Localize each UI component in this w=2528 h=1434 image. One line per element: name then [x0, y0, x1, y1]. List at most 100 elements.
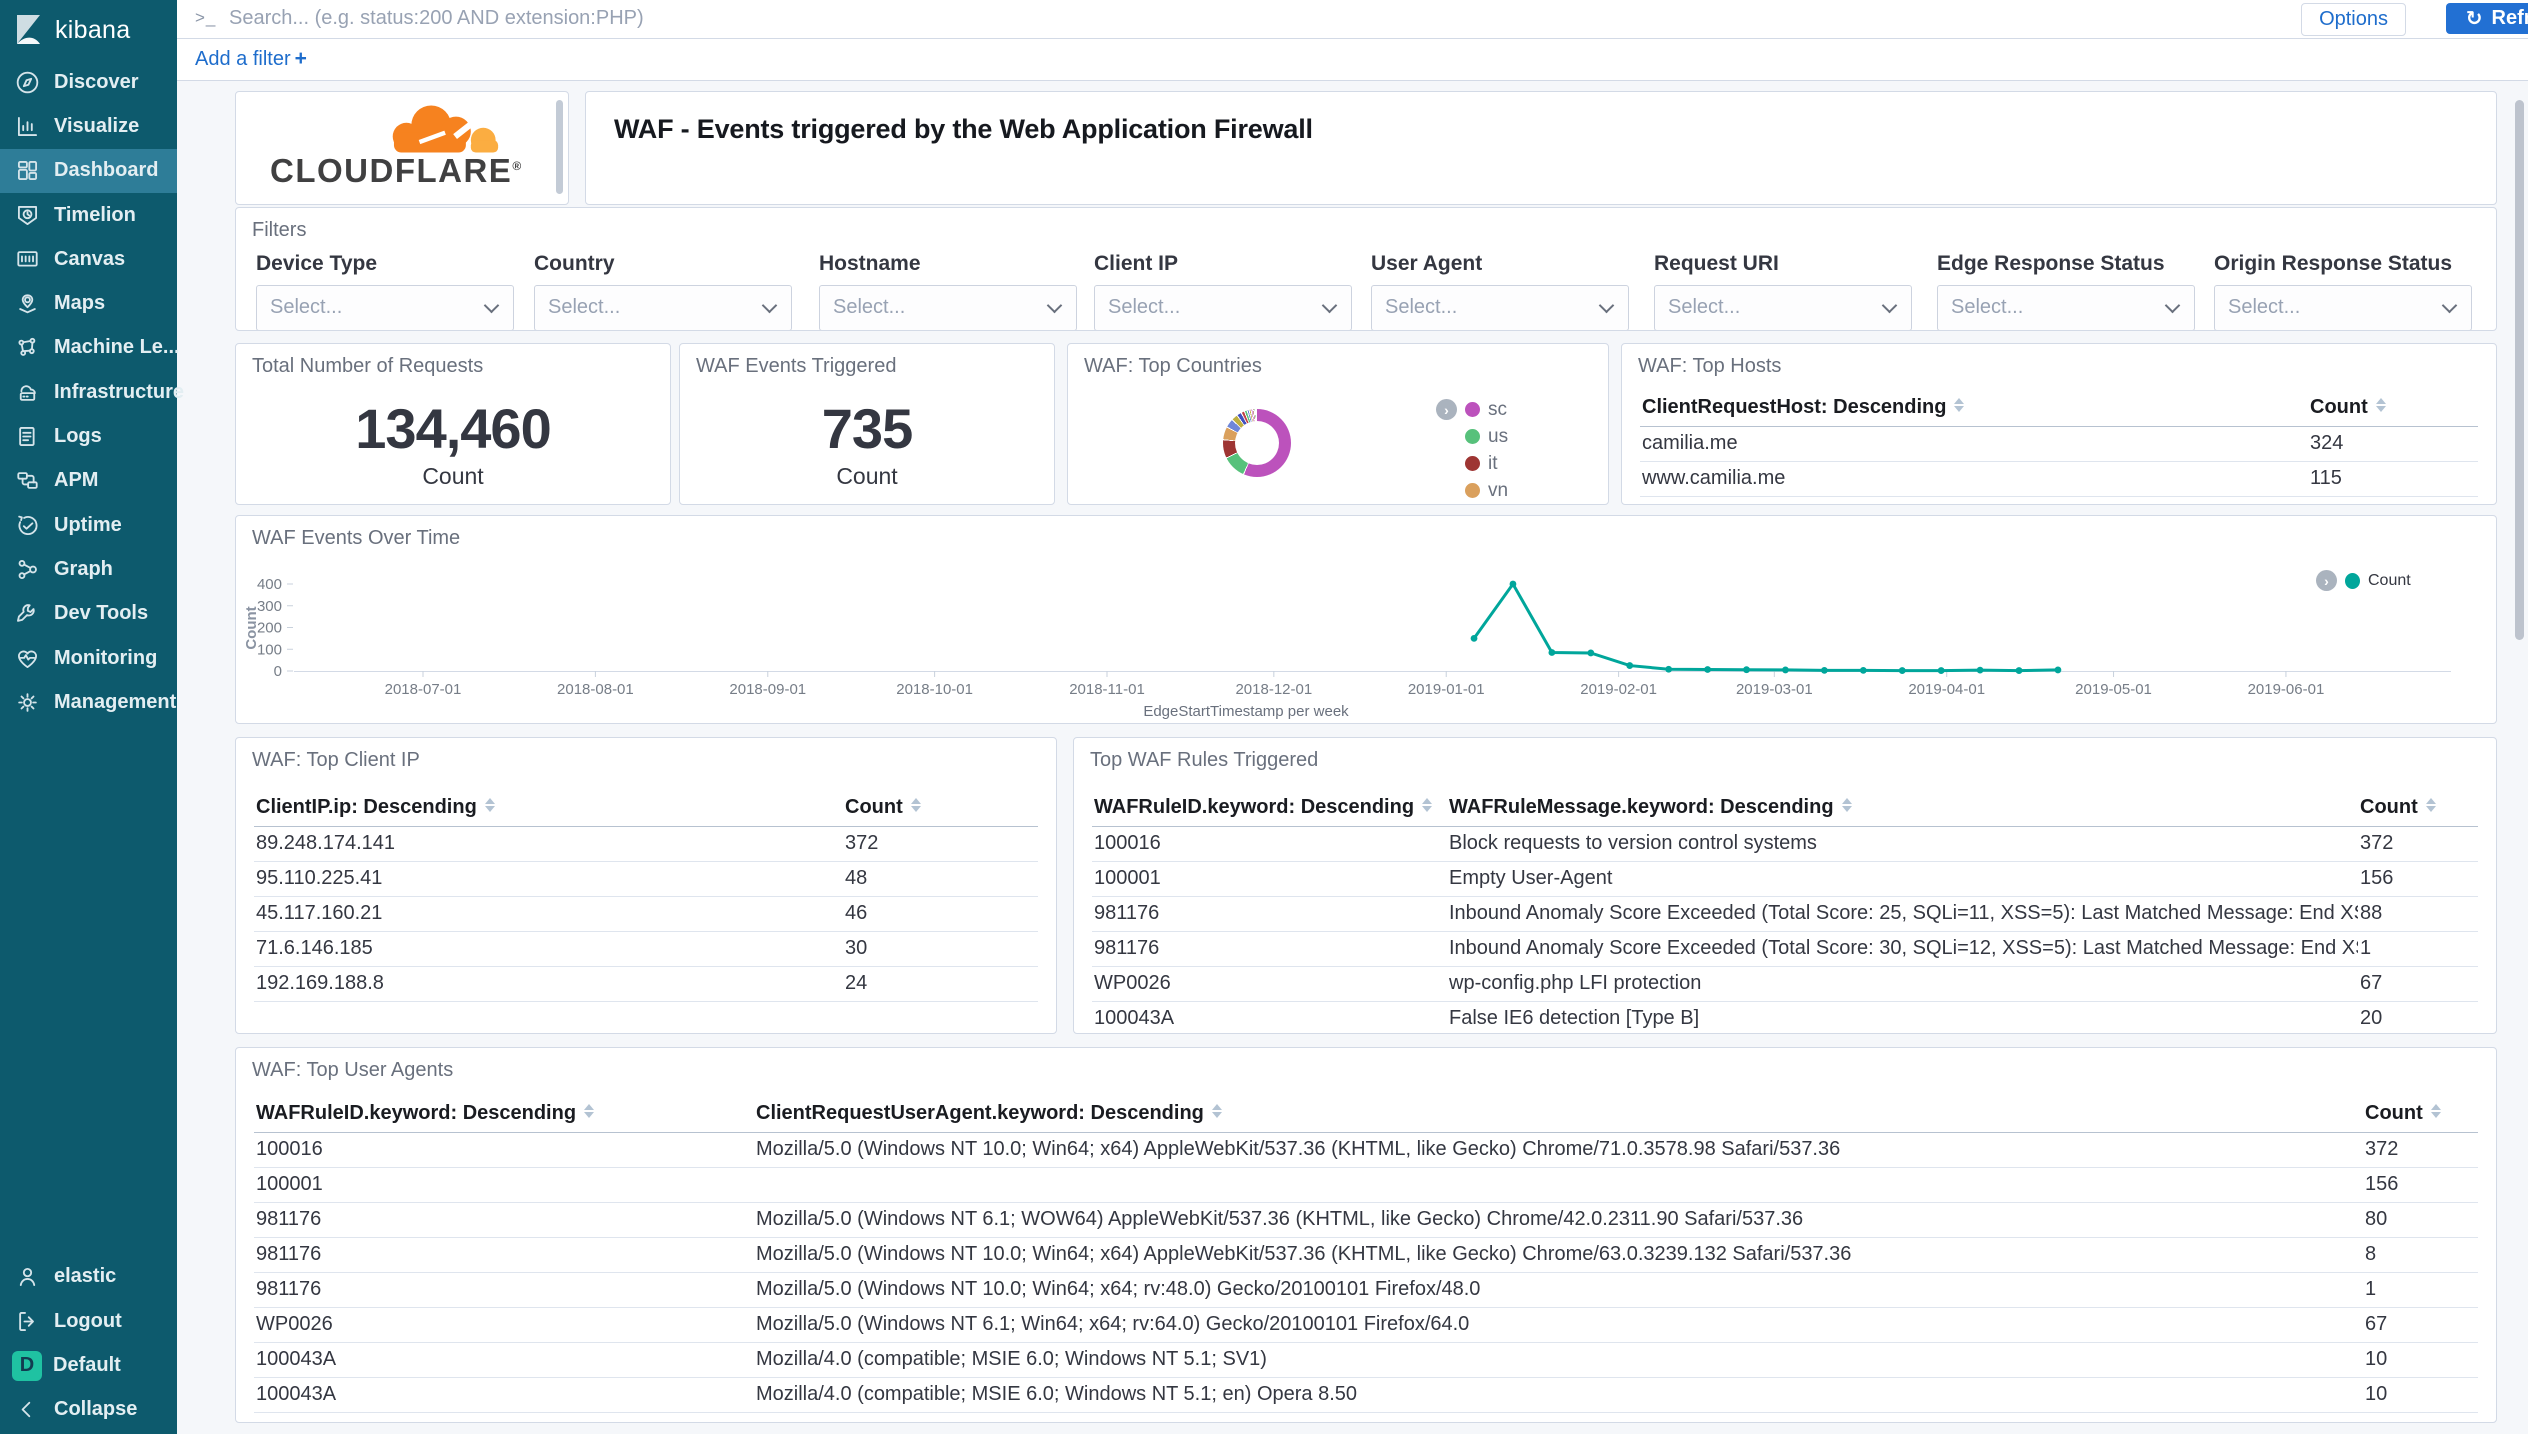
- column-header-count[interactable]: Count: [843, 790, 1038, 827]
- metric-unit: Count: [236, 463, 670, 490]
- column-header-wafrulemessage-keyword-descending[interactable]: WAFRuleMessage.keyword: Descending: [1447, 790, 2358, 827]
- panel-scrollbar[interactable]: [556, 100, 563, 194]
- column-header-wafruleid-keyword-descending[interactable]: WAFRuleID.keyword: Descending: [254, 1096, 754, 1133]
- filter-select-user-agent[interactable]: Select...: [1371, 285, 1629, 331]
- sidebar-item-discover[interactable]: Discover: [0, 60, 177, 104]
- sidebar-item-timelion[interactable]: Timelion: [0, 193, 177, 237]
- svg-text:EdgeStartTimestamp per week: EdgeStartTimestamp per week: [1143, 703, 1349, 720]
- table-cell: 372: [843, 827, 1038, 862]
- options-button[interactable]: Options: [2301, 3, 2406, 36]
- table-cell: 10: [2363, 1343, 2478, 1378]
- sort-icon[interactable]: [584, 1104, 594, 1119]
- sort-icon[interactable]: [1842, 798, 1852, 813]
- sidebar-nav: DiscoverVisualizeDashboardTimelionCanvas…: [0, 60, 177, 724]
- filter-label: User Agent: [1371, 252, 1629, 276]
- column-header-clientrequestuseragent-keyword-descending[interactable]: ClientRequestUserAgent.keyword: Descendi…: [754, 1096, 2363, 1133]
- add-filter-link[interactable]: Add a filter+: [195, 47, 307, 71]
- events-line-chart[interactable]: 01002003004002018-07-012018-08-012018-09…: [236, 546, 2496, 723]
- sort-icon[interactable]: [2376, 398, 2386, 413]
- sidebar-item-infrastructure[interactable]: Infrastructure: [0, 370, 177, 414]
- table-cell: 48: [843, 862, 1038, 897]
- filter-select-origin-response-status[interactable]: Select...: [2214, 285, 2472, 331]
- sidebar-item-dashboard[interactable]: Dashboard: [0, 149, 177, 193]
- filter-select-request-uri[interactable]: Select...: [1654, 285, 1912, 331]
- table-cell: 46: [843, 897, 1038, 932]
- page-scrollbar[interactable]: [2515, 100, 2524, 640]
- chevron-down-icon: [1882, 298, 1898, 314]
- column-header-clientrequesthost-descending[interactable]: ClientRequestHost: Descending: [1640, 390, 2308, 427]
- sidebar-item-graph[interactable]: Graph: [0, 547, 177, 591]
- filter-select-edge-response-status[interactable]: Select...: [1937, 285, 2195, 331]
- sidebar-item-label: Dev Tools: [54, 602, 148, 625]
- svg-text:2019-06-01: 2019-06-01: [2248, 681, 2325, 698]
- filter-select-client-ip[interactable]: Select...: [1094, 285, 1352, 331]
- refresh-button[interactable]: ↻ Refresh: [2446, 3, 2528, 34]
- legend-expand-icon[interactable]: ›: [1436, 399, 1457, 420]
- table-row: 45.117.160.2146: [254, 897, 1038, 932]
- chevron-down-icon: [2165, 298, 2181, 314]
- table-row: 981176Mozilla/5.0 (Windows NT 10.0; Win6…: [254, 1238, 2478, 1273]
- column-header-count[interactable]: Count: [2363, 1096, 2478, 1133]
- filter-user-agent: User Agent Select...: [1371, 252, 1629, 331]
- sort-icon[interactable]: [1954, 398, 1964, 413]
- legend-item-sc[interactable]: ›sc: [1436, 396, 1508, 423]
- sidebar-item-default[interactable]: DDefault: [0, 1343, 177, 1387]
- svg-text:2019-02-01: 2019-02-01: [1580, 681, 1657, 698]
- sidebar-item-logs[interactable]: Logs: [0, 414, 177, 458]
- select-placeholder: Select...: [548, 296, 620, 319]
- sidebar-item-label: Management: [54, 691, 176, 714]
- table-cell: WP0026: [254, 1308, 754, 1343]
- svg-text:300: 300: [257, 598, 282, 615]
- filter-select-device-type[interactable]: Select...: [256, 285, 514, 331]
- sort-icon[interactable]: [1422, 798, 1432, 813]
- column-header-count[interactable]: Count: [2308, 390, 2478, 427]
- filter-select-country[interactable]: Select...: [534, 285, 792, 331]
- arrow-left-icon: [14, 1396, 41, 1423]
- sort-icon[interactable]: [2431, 1104, 2441, 1119]
- sidebar-item-visualize[interactable]: Visualize: [0, 104, 177, 148]
- sidebar-item-dev-tools[interactable]: Dev Tools: [0, 592, 177, 636]
- sort-icon[interactable]: [1212, 1104, 1222, 1119]
- legend-color-dot: [1465, 402, 1480, 417]
- legend-color-dot: [1465, 456, 1480, 471]
- table-row: 100043AMozilla/4.0 (compatible; MSIE 6.0…: [254, 1378, 2478, 1413]
- sidebar-item-apm[interactable]: APM: [0, 459, 177, 503]
- countries-donut-chart[interactable]: [1223, 409, 1291, 477]
- panel-waf-events-triggered: WAF Events Triggered 735 Count: [679, 343, 1055, 505]
- legend-label[interactable]: Count: [2368, 572, 2411, 590]
- sidebar-item-machine-le[interactable]: Machine Le...: [0, 326, 177, 370]
- ml-icon: [14, 334, 41, 361]
- table-row: 100043AFalse IE6 detection [Type B]20: [1092, 1002, 2478, 1035]
- sidebar-item-monitoring[interactable]: Monitoring: [0, 636, 177, 680]
- table-cell: camilia.me: [1640, 427, 2308, 462]
- sort-icon[interactable]: [911, 798, 921, 813]
- sidebar-item-management[interactable]: Management: [0, 680, 177, 724]
- sidebar-item-canvas[interactable]: Canvas: [0, 237, 177, 281]
- search-input[interactable]: Search... (e.g. status:200 AND extension…: [229, 7, 644, 30]
- table-cell: Mozilla/4.0 (compatible; MSIE 6.0; Windo…: [754, 1343, 2363, 1378]
- sort-icon[interactable]: [485, 798, 495, 813]
- filter-select-hostname[interactable]: Select...: [819, 285, 1077, 331]
- panel-title: Total Number of Requests: [252, 355, 483, 378]
- legend-item-it[interactable]: it: [1436, 450, 1508, 477]
- column-header-wafruleid-keyword-descending[interactable]: WAFRuleID.keyword: Descending: [1092, 790, 1447, 827]
- legend-item-us[interactable]: us: [1436, 423, 1508, 450]
- waf-events-value: 735: [680, 396, 1054, 461]
- legend-item-vn[interactable]: vn: [1436, 477, 1508, 504]
- sort-icon[interactable]: [2426, 798, 2436, 813]
- table-cell: Inbound Anomaly Score Exceeded (Total Sc…: [1447, 932, 2358, 967]
- sidebar-item-collapse[interactable]: Collapse: [0, 1388, 177, 1432]
- legend-expand-icon[interactable]: ›: [2316, 570, 2337, 591]
- sidebar-item-logout[interactable]: Logout: [0, 1299, 177, 1343]
- cloudflare-cloud-icon: [376, 98, 526, 160]
- table-row: 100001Empty User-Agent156: [1092, 862, 2478, 897]
- infrastructure-icon: [14, 379, 41, 406]
- sidebar-item-uptime[interactable]: Uptime: [0, 503, 177, 547]
- kibana-logo[interactable]: kibana: [0, 0, 177, 60]
- column-header-count[interactable]: Count: [2358, 790, 2478, 827]
- sidebar-item-elastic[interactable]: elastic: [0, 1255, 177, 1299]
- table-cell: wp-config.php LFI protection: [1447, 967, 2358, 1002]
- column-header-clientip-ip-descending[interactable]: ClientIP.ip: Descending: [254, 790, 843, 827]
- svg-text:Count: Count: [243, 606, 260, 649]
- sidebar-item-maps[interactable]: Maps: [0, 281, 177, 325]
